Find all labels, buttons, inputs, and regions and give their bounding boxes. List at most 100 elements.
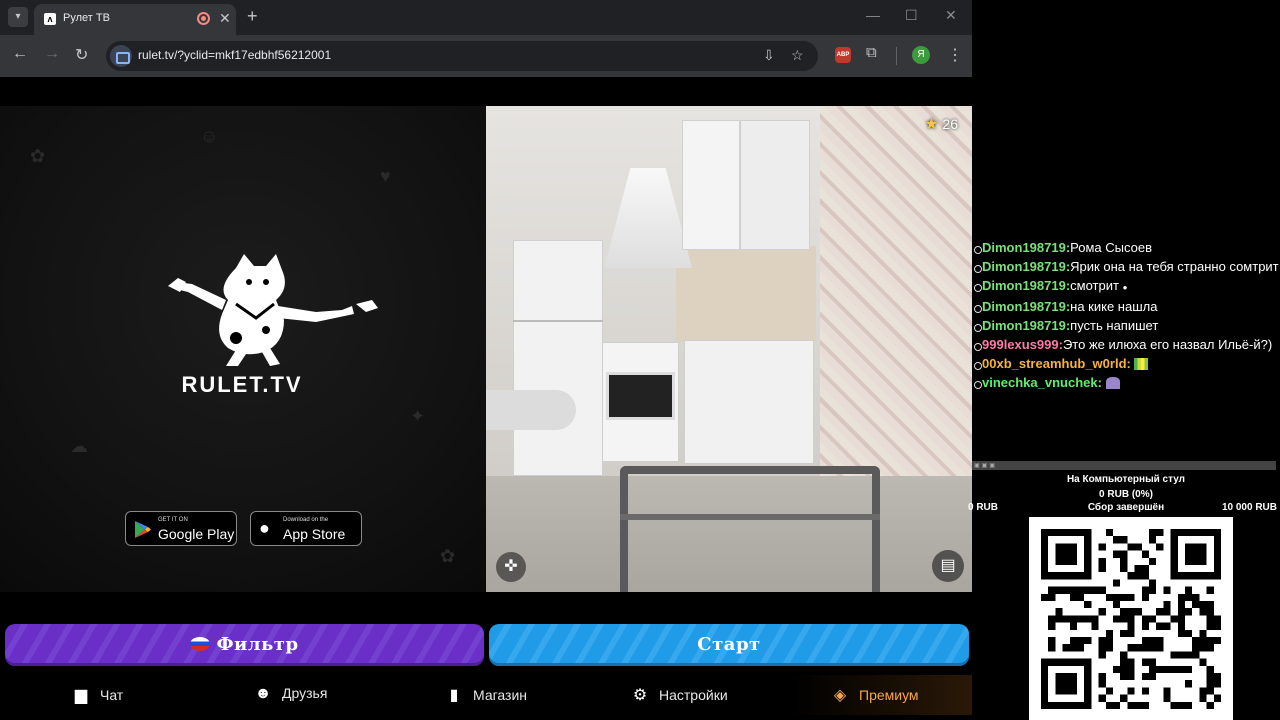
donation-goal: ▣▣▣ На Компьютерный стул 0 RUB (0%) Сбор… [968, 461, 1280, 515]
progress-icons: ▣▣▣ [974, 463, 998, 469]
start-button[interactable]: Старт [489, 624, 969, 666]
nav-premium[interactable]: ◈ Премиум [831, 685, 919, 705]
doodle-decoration: ✿ [440, 546, 456, 566]
new-tab-button[interactable]: + [247, 6, 258, 27]
russia-flag-icon [190, 637, 211, 651]
apple-icon: ● [259, 518, 270, 538]
rating-value: 26 [942, 116, 958, 132]
page-content: ✿ ♥ ☁ ✦ ☺ ✿ RULET.TV GET IT ON Google Pl… [0, 77, 972, 720]
forward-button[interactable]: → [44, 45, 60, 63]
browser-window: ▾ ʌ Рулет ТВ ✕ + — ☐ ✕ ← → ↻ rulet.tv/?y… [0, 0, 972, 720]
bottom-nav: ▆ Чат ☻ Друзья ▮ Магазин ⚙ Настройки ◈ Премиу… [0, 675, 972, 715]
cat-gunslinger-logo [168, 254, 378, 366]
friends-icon: ☻ [254, 685, 272, 702]
active-tab[interactable]: ʌ Рулет ТВ ✕ [34, 4, 236, 35]
video-scene [676, 246, 816, 342]
partner-video: ★ 26 ✜ ▤ [486, 106, 972, 592]
chat-text: Рома Сысоев [1070, 240, 1153, 255]
chat-text: пусть напишет [1070, 318, 1159, 333]
chat-message: vinechka_vnuchek: [972, 375, 1280, 391]
emote-icon: ● [1122, 283, 1128, 292]
brand-name: RULET.TV [181, 372, 303, 397]
video-scene [740, 120, 810, 250]
chat-username: Dimon198719: [982, 278, 1071, 293]
app-store-button[interactable]: ● Download on the App Store [250, 511, 362, 546]
window-close-button[interactable]: ✕ [945, 7, 957, 24]
doodle-decoration: ✿ [30, 146, 46, 166]
filter-button[interactable]: Фильтр [5, 624, 484, 666]
nav-friends-label: Друзья [282, 685, 328, 701]
nav-premium-label: Премиум [859, 687, 919, 703]
chat-username: vinechka_vnuchek: [982, 375, 1102, 390]
chat-text: на кике нашла [1070, 299, 1158, 314]
chat-username: Dimon198719: [982, 318, 1071, 333]
toolbar-divider [896, 47, 897, 65]
equalizer-emote-icon [1134, 358, 1149, 370]
partner-rating: ★ 26 [924, 114, 958, 134]
video-scene [513, 320, 603, 322]
gift-icon[interactable]: ▤ [932, 550, 964, 582]
nav-chat-label: Чат [100, 687, 124, 703]
chat-username: Dimon198719: [982, 240, 1071, 255]
site-info-icon[interactable] [110, 45, 132, 67]
doodle-decoration: ✦ [410, 406, 426, 426]
reload-button[interactable]: ↻ [75, 45, 88, 65]
chat-message: Dimon198719:Ярик она на тебя странно сом… [972, 259, 1280, 275]
brand-panel: ✿ ♥ ☁ ✦ ☺ ✿ RULET.TV GET IT ON Google Pl… [0, 106, 486, 592]
chat-message: Dimon198719:смотрит ● [972, 278, 1280, 296]
video-scene [620, 466, 880, 592]
chat-bubble-icon: ▆ [74, 687, 88, 704]
rulet-favicon-icon: ʌ [44, 13, 56, 25]
stream-overlay: Dimon198719:Рома Сысоев Dimon198719:Ярик… [968, 0, 1280, 720]
maximize-button[interactable]: ☐ [905, 7, 918, 24]
qr-code [1029, 517, 1233, 720]
chat-message: Dimon198719:на кике нашла [972, 299, 1280, 315]
adblock-extension-icon[interactable]: ABP [835, 47, 851, 63]
google-play-caption: GET IT ON [158, 517, 188, 523]
google-play-button[interactable]: GET IT ON Google Play [125, 511, 237, 546]
nav-settings-label: Настройки [659, 687, 728, 703]
donation-progress-bar: ▣▣▣ [972, 461, 1276, 470]
chat-username: 999lexus999: [982, 337, 1063, 352]
browser-menu-icon[interactable]: ⋮ [947, 45, 963, 65]
nav-chat[interactable]: ▆ Чат [72, 685, 123, 705]
nav-shop[interactable]: ▮ Магазин [445, 685, 527, 705]
video-scene [486, 390, 576, 430]
install-app-icon[interactable]: ⇩ [763, 47, 775, 64]
google-play-label: Google Play [158, 526, 235, 542]
video-scene [820, 106, 972, 526]
minimize-button[interactable]: — [866, 7, 880, 23]
back-button[interactable]: ← [12, 45, 28, 63]
url-text[interactable]: rulet.tv/?yclid=mkf17edbhf56212001 [138, 48, 331, 62]
donation-title: На Компьютерный стул [1066, 474, 1186, 485]
chat-text: смотрит [1070, 278, 1119, 293]
google-play-icon [135, 521, 151, 538]
recording-icon [197, 12, 210, 25]
tab-close-icon[interactable]: ✕ [219, 10, 231, 27]
nav-friends[interactable]: ☻ Друзья [254, 685, 328, 703]
chat-text: Это же илюха его назвал Ильё-й?) [1062, 337, 1273, 352]
extensions-puzzle-icon[interactable]: ⧉ [866, 44, 877, 61]
chat-message: 00xb_streamhub_w0rld: [972, 356, 1280, 372]
nav-settings[interactable]: ⚙ Настройки [631, 685, 728, 705]
gamepad-icon[interactable]: ✜ [496, 552, 526, 582]
video-scene [620, 514, 880, 520]
profile-avatar[interactable]: Я [912, 46, 930, 64]
doodle-decoration: ☁ [70, 436, 88, 456]
donation-min: 0 RUB [968, 502, 999, 513]
address-bar[interactable]: rulet.tv/?yclid=mkf17edbhf56212001 ⇩ ☆ [106, 41, 818, 71]
doodle-decoration: ☺ [200, 126, 219, 146]
app-store-caption: Download on the [283, 517, 329, 523]
screen: ▾ ʌ Рулет ТВ ✕ + — ☐ ✕ ← → ↻ rulet.tv/?y… [0, 0, 1280, 720]
filter-label: Фильтр [216, 634, 299, 655]
tab-search-button[interactable]: ▾ [8, 7, 28, 27]
person-emote-icon [1105, 377, 1120, 389]
donation-amount: 0 RUB (0%) [1099, 489, 1153, 500]
tab-bar: ▾ ʌ Рулет ТВ ✕ + — ☐ ✕ [0, 0, 972, 35]
tab-title: Рулет ТВ [63, 12, 110, 24]
chat-username: Dimon198719: [982, 299, 1071, 314]
stream-chat: Dimon198719:Рома Сысоев Dimon198719:Ярик… [972, 240, 1280, 394]
video-scene [513, 240, 603, 476]
shopping-bag-icon: ▮ [449, 687, 459, 704]
bookmark-star-icon[interactable]: ☆ [791, 47, 804, 64]
